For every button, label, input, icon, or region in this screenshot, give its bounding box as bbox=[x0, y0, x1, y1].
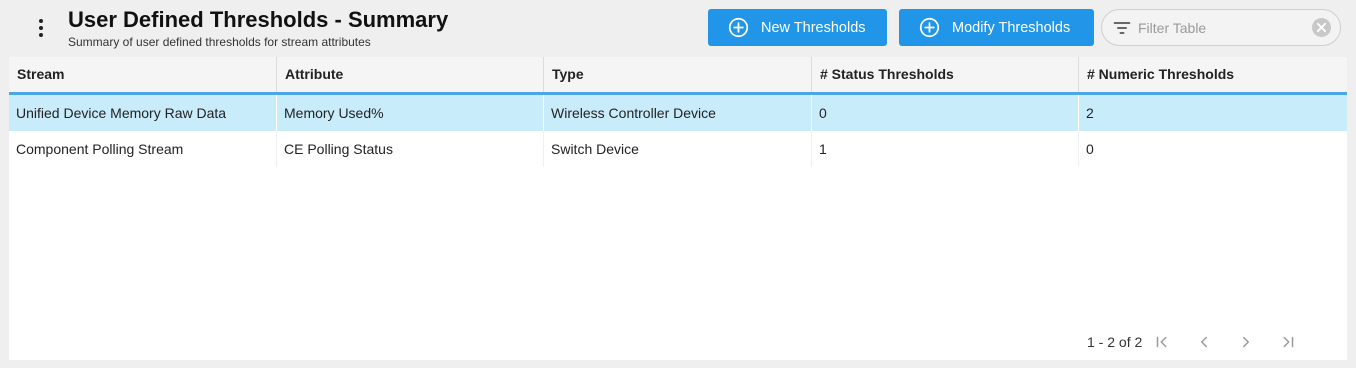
kebab-dot bbox=[39, 33, 43, 37]
modify-thresholds-button[interactable]: Modify Thresholds bbox=[899, 9, 1094, 46]
column-header-type[interactable]: Type bbox=[544, 57, 812, 92]
cell-stream: Component Polling Stream bbox=[9, 131, 277, 167]
add-circle-icon bbox=[728, 17, 749, 38]
cell-stream: Unified Device Memory Raw Data bbox=[9, 95, 277, 131]
cell-attribute: Memory Used% bbox=[277, 95, 544, 131]
chevron-right-icon[interactable] bbox=[1236, 332, 1256, 352]
cell-numeric-thresholds: 0 bbox=[1086, 141, 1094, 157]
cell-type: Wireless Controller Device bbox=[544, 95, 812, 131]
thresholds-table: Stream Attribute Type # Status Threshold… bbox=[9, 57, 1347, 360]
cell-status-thresholds: 1 bbox=[812, 131, 1079, 167]
chevron-left-icon[interactable] bbox=[1194, 332, 1214, 352]
cell-type: Switch Device bbox=[544, 131, 812, 167]
table-row[interactable]: Unified Device Memory Raw Data Memory Us… bbox=[9, 95, 1347, 131]
kebab-dot bbox=[39, 26, 43, 30]
filter-table-input[interactable] bbox=[1138, 19, 1298, 36]
filter-icon bbox=[1112, 18, 1132, 38]
add-circle-icon bbox=[919, 17, 940, 38]
first-page-icon[interactable] bbox=[1152, 332, 1172, 352]
more-menu-icon[interactable] bbox=[30, 17, 52, 39]
modify-thresholds-label: Modify Thresholds bbox=[952, 19, 1071, 36]
new-thresholds-button[interactable]: New Thresholds bbox=[708, 9, 887, 46]
last-page-icon[interactable] bbox=[1278, 332, 1298, 352]
column-header-stream[interactable]: Stream bbox=[9, 57, 277, 92]
new-thresholds-label: New Thresholds bbox=[761, 19, 866, 36]
page-title: User Defined Thresholds - Summary bbox=[68, 7, 449, 32]
clear-icon[interactable] bbox=[1312, 18, 1331, 37]
kebab-dot bbox=[39, 19, 43, 23]
cell-attribute: CE Polling Status bbox=[277, 131, 544, 167]
pagination-range: 1 - 2 of 2 bbox=[1087, 334, 1143, 350]
pagination: 1 - 2 of 2 bbox=[1087, 324, 1347, 360]
column-header-numeric-thresholds[interactable]: # Numeric Thresholds bbox=[1079, 57, 1347, 92]
cell-numeric-thresholds: 2 bbox=[1086, 105, 1094, 121]
page-subtitle: Summary of user defined thresholds for s… bbox=[68, 35, 371, 49]
filter-table-field[interactable] bbox=[1101, 9, 1341, 46]
cell-status-thresholds: 0 bbox=[812, 95, 1079, 131]
column-header-attribute[interactable]: Attribute bbox=[277, 57, 544, 92]
table-header: Stream Attribute Type # Status Threshold… bbox=[9, 57, 1347, 95]
column-header-status-thresholds[interactable]: # Status Thresholds bbox=[812, 57, 1079, 92]
table-row[interactable]: Component Polling Stream CE Polling Stat… bbox=[9, 131, 1347, 167]
